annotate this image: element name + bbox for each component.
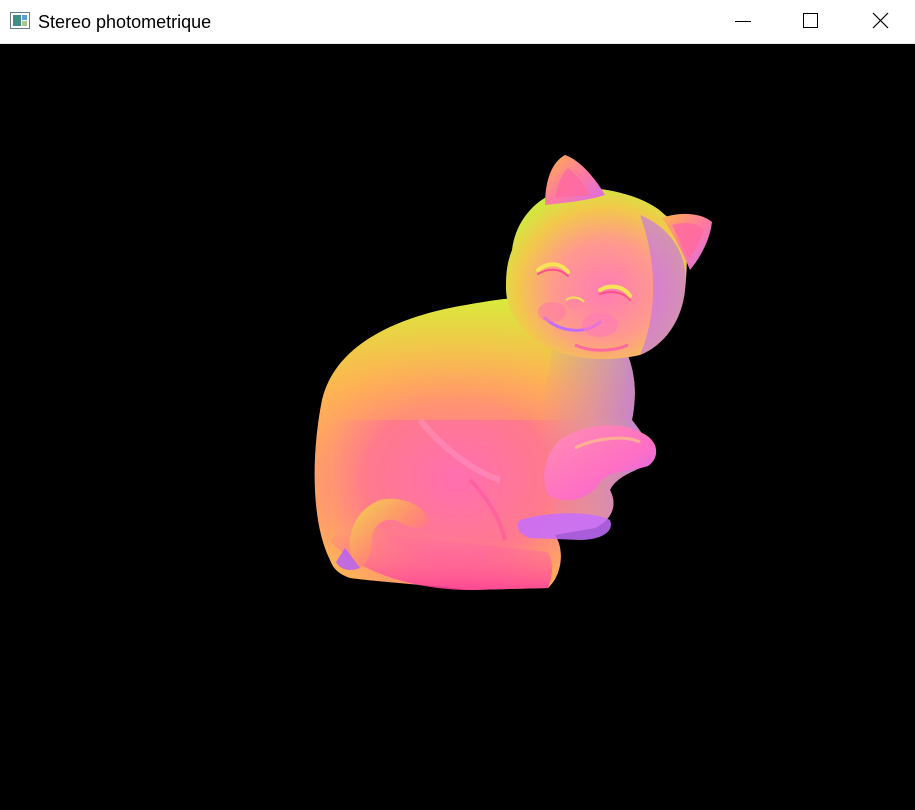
- maximize-button[interactable]: [775, 0, 845, 43]
- window-title: Stereo photometrique: [38, 12, 212, 32]
- close-icon: [872, 12, 889, 29]
- render-canvas[interactable]: [0, 44, 915, 810]
- close-button[interactable]: [845, 0, 915, 43]
- minimize-button[interactable]: [706, 0, 776, 43]
- title-bar[interactable]: Stereo photometrique: [0, 0, 915, 44]
- cat-front-paw: [517, 513, 611, 540]
- app-window: Stereo photometrique: [0, 0, 915, 810]
- minimize-icon: [735, 21, 751, 22]
- app-icon: [10, 12, 30, 29]
- normal-map-cat-image: [314, 155, 712, 590]
- maximize-icon: [803, 13, 818, 28]
